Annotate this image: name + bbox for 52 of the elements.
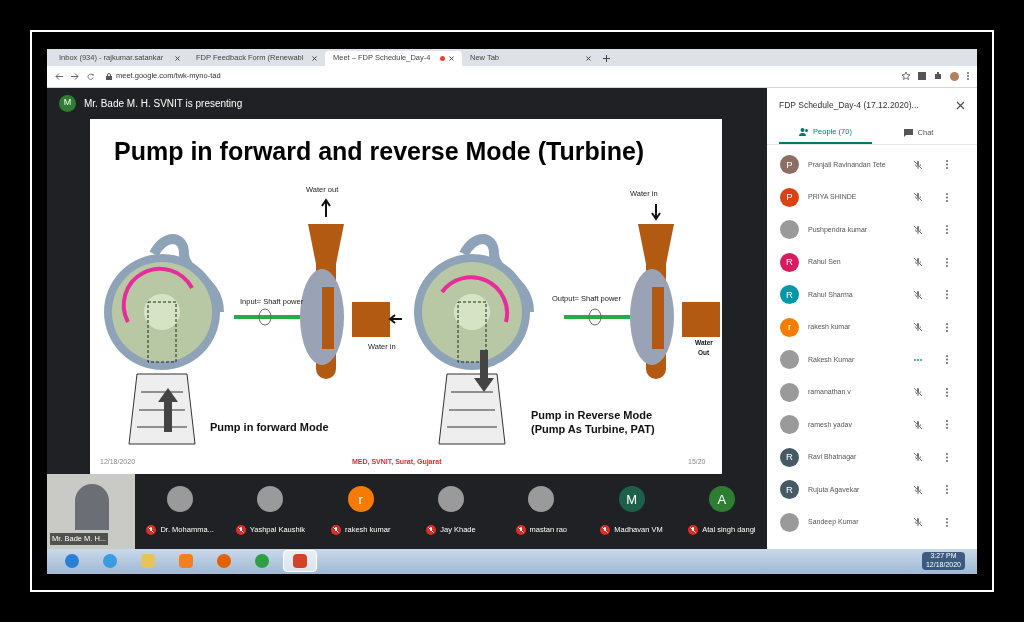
avatar: R (780, 447, 799, 467)
caption: Pump in forward Mode (210, 420, 329, 433)
recording-icon (440, 55, 445, 61)
slide-title: Pump in forward and reverse Mode (Turbine) (114, 135, 645, 167)
close-icon[interactable] (956, 100, 965, 110)
avatar (780, 220, 799, 240)
mic-off-icon (600, 525, 611, 535)
close-icon[interactable] (312, 55, 317, 61)
mic-off-icon (426, 525, 437, 535)
avatar: R (780, 252, 799, 272)
close-icon[interactable] (449, 55, 454, 61)
avatar (167, 486, 194, 513)
avatar (257, 486, 284, 513)
avatar (438, 486, 464, 513)
puzzle-icon[interactable] (934, 72, 942, 80)
star-icon[interactable] (902, 72, 910, 80)
avatar (780, 350, 799, 370)
mic-off-icon (515, 525, 526, 535)
caption: Pump in Reverse Mode (531, 408, 653, 421)
forward-icon[interactable] (71, 72, 79, 80)
profile-avatar[interactable] (950, 71, 959, 81)
meeting-title: FDP Schedule_Day-4 (17.12.2020)... (779, 98, 919, 112)
mic-off-icon (331, 525, 341, 535)
avatar: M (618, 486, 645, 513)
avatar: A (708, 486, 735, 513)
avatar (528, 486, 555, 513)
avatar: r (347, 486, 374, 513)
avatar (780, 415, 799, 435)
people-icon (799, 128, 810, 136)
taskbar-button[interactable] (283, 550, 317, 572)
reload-icon[interactable] (87, 72, 94, 80)
chat-icon (903, 129, 914, 137)
close-icon[interactable] (586, 55, 591, 61)
mic-off-icon (688, 525, 699, 535)
new-tab-icon[interactable] (603, 54, 610, 62)
avatar: R (780, 285, 799, 305)
back-icon[interactable] (55, 72, 63, 80)
avatar: R (780, 480, 799, 500)
lock-icon (106, 72, 112, 80)
avatar: P (780, 155, 799, 175)
presenting-text: Mr. Bade M. H. SVNIT is presenting (84, 96, 243, 111)
flow-arrow-icon (388, 313, 403, 324)
avatar: r (780, 317, 799, 337)
mic-off-icon (235, 525, 246, 535)
person-silhouette (75, 483, 109, 530)
avatar: P (780, 187, 799, 207)
close-icon[interactable] (175, 55, 180, 61)
caption: (Pump As Turbine, PAT) (531, 422, 655, 435)
mic-off-icon (146, 525, 157, 535)
avatar: M (59, 94, 76, 112)
avatar (780, 382, 799, 402)
avatar (780, 512, 799, 532)
